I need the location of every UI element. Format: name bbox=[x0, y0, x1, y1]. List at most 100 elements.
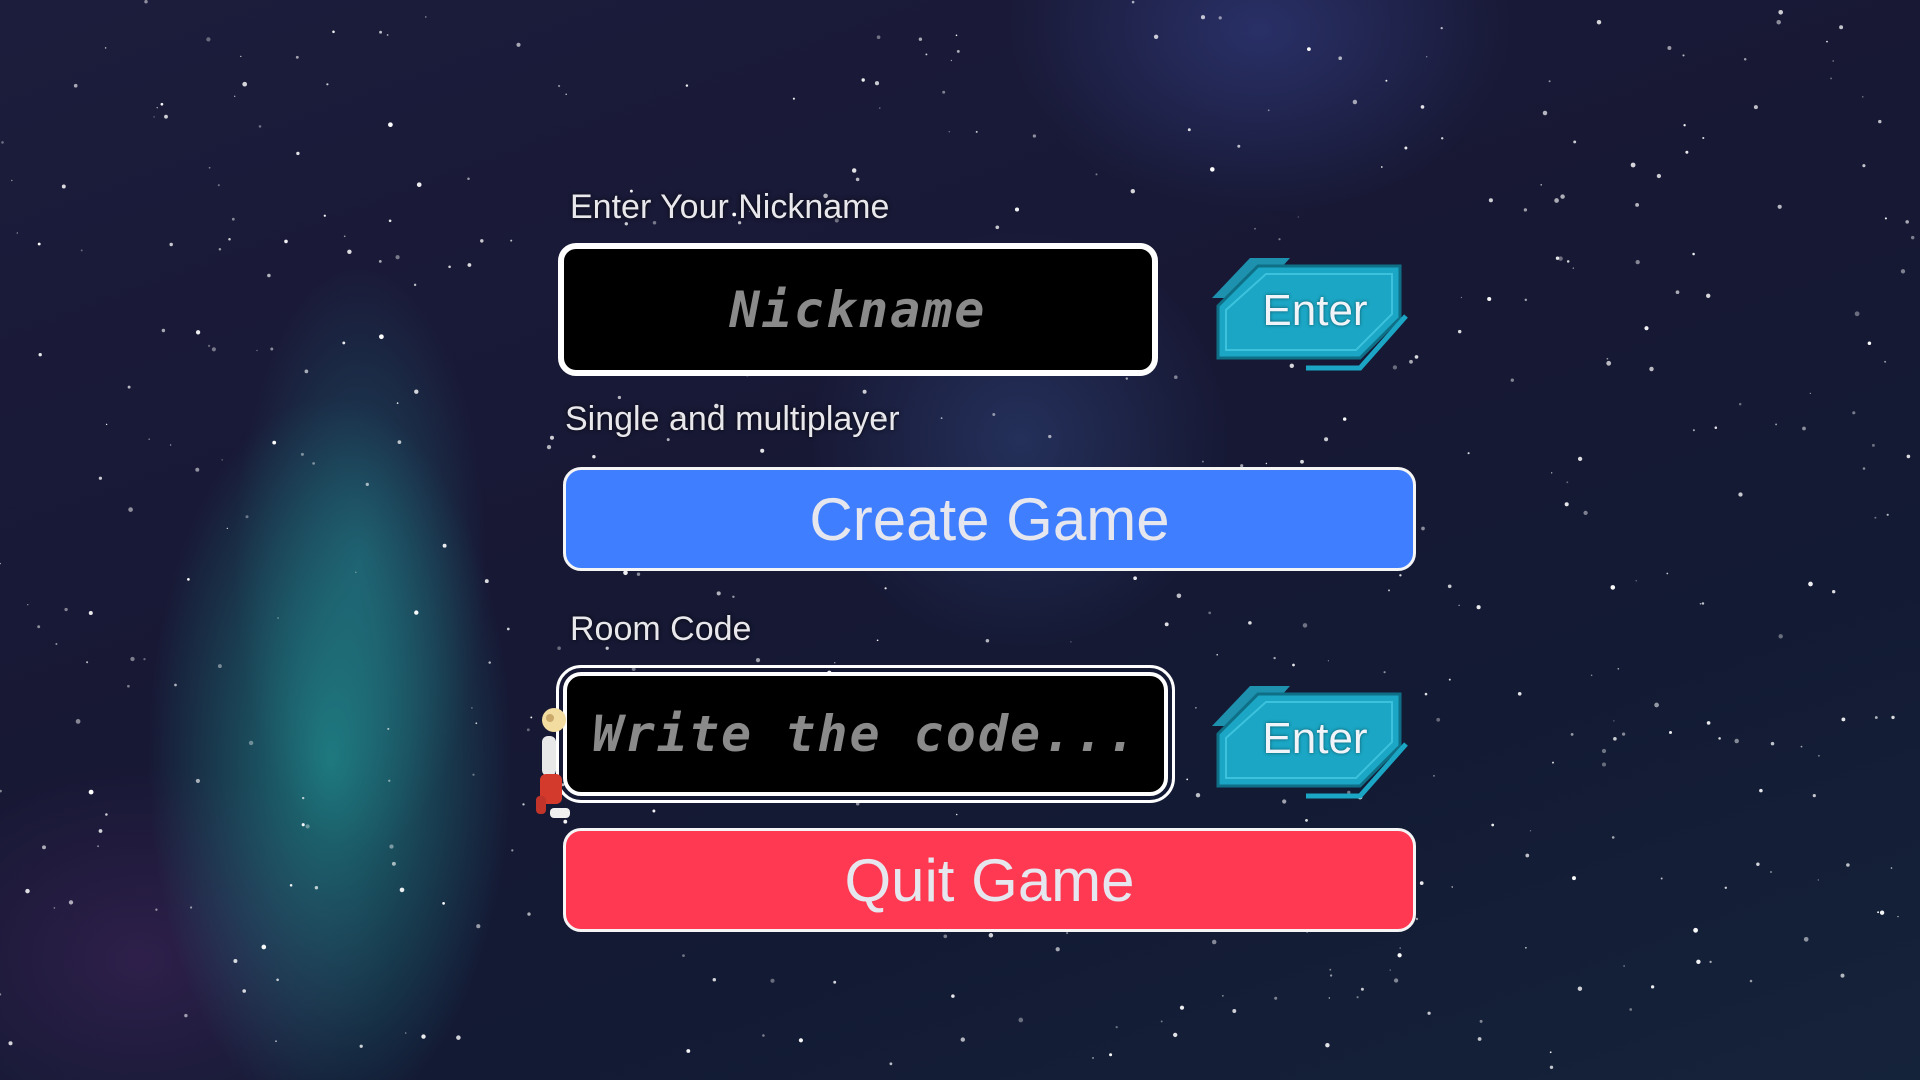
star bbox=[1360, 987, 1364, 991]
star bbox=[943, 934, 948, 939]
star bbox=[760, 448, 765, 453]
star bbox=[1542, 110, 1548, 116]
star bbox=[397, 440, 402, 444]
star bbox=[1756, 862, 1760, 866]
star bbox=[1683, 124, 1686, 127]
star bbox=[207, 344, 211, 348]
star bbox=[1590, 674, 1593, 677]
star bbox=[326, 83, 329, 86]
star bbox=[27, 604, 29, 606]
star bbox=[1874, 516, 1877, 519]
star bbox=[240, 55, 242, 58]
star bbox=[300, 452, 304, 456]
star bbox=[130, 656, 135, 662]
star bbox=[1201, 460, 1204, 463]
star bbox=[685, 84, 689, 87]
star bbox=[105, 423, 108, 426]
star bbox=[1555, 256, 1560, 260]
star bbox=[1577, 986, 1583, 991]
star bbox=[732, 595, 735, 599]
star bbox=[1877, 911, 1880, 914]
star bbox=[228, 238, 231, 241]
star bbox=[686, 1049, 691, 1053]
star bbox=[889, 1062, 893, 1066]
star bbox=[1629, 1008, 1633, 1011]
star bbox=[1862, 96, 1864, 98]
star bbox=[557, 84, 561, 88]
star bbox=[289, 884, 293, 887]
star bbox=[378, 260, 382, 263]
star bbox=[1644, 326, 1649, 331]
star bbox=[218, 247, 222, 251]
star bbox=[1743, 58, 1747, 61]
star bbox=[592, 454, 596, 459]
star bbox=[550, 435, 554, 440]
nickname-input[interactable]: Nickname bbox=[558, 243, 1158, 376]
star bbox=[1635, 259, 1640, 265]
star bbox=[770, 978, 775, 983]
star bbox=[1491, 823, 1495, 827]
star bbox=[1549, 1065, 1554, 1069]
star bbox=[1696, 959, 1701, 964]
star bbox=[217, 184, 220, 187]
star bbox=[1709, 960, 1712, 964]
star bbox=[712, 977, 717, 982]
star bbox=[1548, 80, 1551, 83]
star bbox=[388, 219, 392, 223]
star bbox=[1448, 678, 1451, 681]
star bbox=[1770, 871, 1772, 873]
star bbox=[1572, 876, 1576, 881]
star bbox=[1164, 622, 1169, 627]
star bbox=[184, 1013, 188, 1018]
star bbox=[1800, 745, 1803, 748]
star bbox=[682, 954, 685, 957]
star bbox=[261, 944, 267, 950]
star bbox=[755, 657, 761, 663]
star bbox=[127, 385, 131, 389]
star bbox=[510, 239, 513, 242]
star bbox=[1018, 1017, 1024, 1023]
create-game-button[interactable]: Create Game bbox=[563, 467, 1416, 571]
star bbox=[275, 1040, 277, 1042]
star bbox=[190, 906, 193, 909]
star bbox=[862, 389, 867, 394]
star bbox=[1910, 235, 1915, 240]
star bbox=[1426, 56, 1428, 58]
star bbox=[1014, 207, 1020, 212]
star bbox=[1092, 1057, 1094, 1059]
star bbox=[1055, 947, 1060, 952]
nickname-enter-button[interactable]: Enter bbox=[1210, 246, 1410, 376]
star bbox=[636, 572, 641, 576]
star bbox=[127, 684, 130, 688]
star bbox=[42, 845, 46, 850]
star bbox=[1549, 1051, 1552, 1054]
star bbox=[1, 141, 4, 144]
star bbox=[488, 661, 491, 664]
star bbox=[1356, 996, 1359, 999]
star bbox=[1278, 238, 1281, 241]
room-code-enter-button[interactable]: Enter bbox=[1210, 674, 1410, 804]
room-code-enter-label: Enter bbox=[1262, 714, 1368, 763]
star bbox=[876, 35, 881, 39]
room-code-input[interactable]: Write the code... bbox=[556, 665, 1175, 803]
star bbox=[1479, 1019, 1483, 1023]
star bbox=[1195, 707, 1197, 709]
star bbox=[187, 578, 190, 581]
star bbox=[1328, 997, 1330, 999]
star bbox=[1812, 794, 1816, 798]
star bbox=[516, 42, 521, 47]
star bbox=[414, 389, 419, 394]
star bbox=[1817, 879, 1819, 881]
star bbox=[1667, 46, 1672, 50]
star bbox=[475, 722, 478, 725]
star bbox=[960, 1037, 965, 1042]
star bbox=[248, 740, 254, 746]
star bbox=[105, 813, 108, 816]
star bbox=[1809, 392, 1811, 394]
star bbox=[956, 49, 960, 53]
star bbox=[456, 1035, 461, 1040]
star bbox=[948, 130, 951, 133]
quit-game-button[interactable]: Quit Game bbox=[563, 828, 1416, 932]
star bbox=[1577, 456, 1583, 462]
star bbox=[295, 55, 299, 59]
